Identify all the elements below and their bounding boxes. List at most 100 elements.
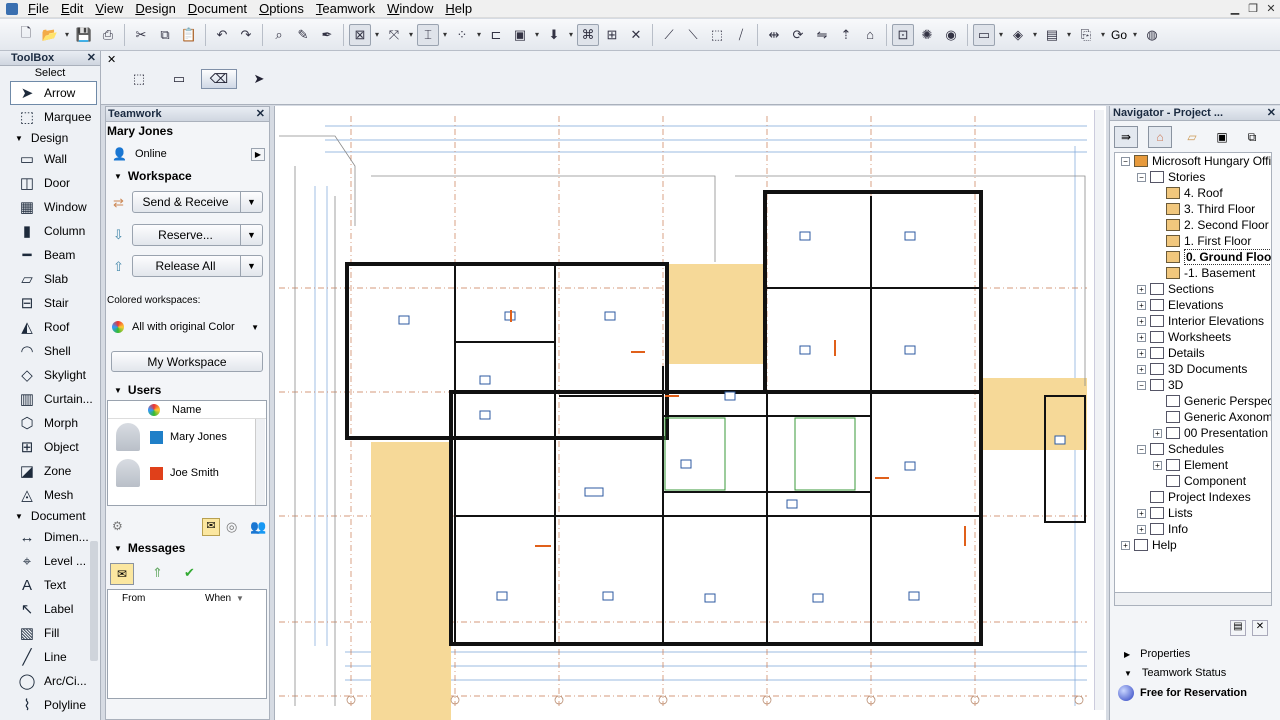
- guide-lines-dropdown-icon[interactable]: ▾: [406, 30, 416, 39]
- chevron-down-icon[interactable]: ▼: [240, 256, 262, 276]
- cut-icon[interactable]: ✂: [130, 24, 152, 46]
- canvas-vertical-scrollbar[interactable]: [1094, 110, 1104, 710]
- publish-dropdown-icon[interactable]: ▾: [1098, 30, 1108, 39]
- expand-icon[interactable]: +: [1153, 428, 1162, 438]
- tool-stair[interactable]: ⊟ Stair: [0, 291, 100, 315]
- tree-3d-view[interactable]: Generic Axonometry: [1115, 409, 1271, 425]
- view-map-icon[interactable]: ⌂: [1148, 126, 1172, 148]
- bug-icon[interactable]: ✺: [916, 24, 938, 46]
- menu-document[interactable]: Document: [182, 0, 253, 18]
- tree-3d-view[interactable]: +00 Presentation: [1115, 425, 1271, 441]
- floor-plan-icon[interactable]: ▭: [973, 23, 995, 46]
- expand-icon[interactable]: +: [1137, 524, 1146, 534]
- open-dropdown-icon[interactable]: ▾: [62, 30, 72, 39]
- save-icon[interactable]: 💾: [73, 24, 95, 46]
- close-icon[interactable]: ✕: [87, 51, 96, 66]
- organizer-icon[interactable]: ⧉: [1242, 126, 1262, 148]
- expand-icon[interactable]: +: [1137, 300, 1146, 310]
- tool-level[interactable]: ⌖ Level ...: [0, 549, 100, 573]
- go-button[interactable]: Go: [1108, 28, 1130, 42]
- expand-icon[interactable]: +: [1121, 540, 1130, 550]
- collapse-icon[interactable]: −: [1137, 444, 1146, 454]
- new-file-icon[interactable]: 🗋: [15, 24, 37, 46]
- menu-edit[interactable]: Edit: [55, 0, 89, 18]
- tree-folder[interactable]: + Sections: [1115, 281, 1271, 297]
- tool-door[interactable]: ◫ Door: [0, 171, 100, 195]
- relative-construction-icon[interactable]: ⌶: [417, 23, 439, 46]
- tool-arrow[interactable]: ➤ Arrow: [10, 81, 97, 105]
- plan-view-icon[interactable]: ⊡: [892, 23, 914, 46]
- collapse-triangle-icon[interactable]: ▼: [114, 386, 122, 395]
- colored-workspaces-select[interactable]: All with original Color ▼: [106, 321, 269, 333]
- snap-points-dropdown-icon[interactable]: ▾: [474, 30, 484, 39]
- tool-roof[interactable]: ◭ Roof: [0, 315, 100, 339]
- 3d-window-dropdown-icon[interactable]: ▾: [1030, 30, 1040, 39]
- offset-icon[interactable]: ⟋: [658, 24, 680, 46]
- chevron-down-icon[interactable]: ▼: [240, 192, 262, 212]
- menu-design[interactable]: Design: [129, 0, 181, 18]
- expand-icon[interactable]: +: [1137, 364, 1146, 374]
- chevron-down-icon[interactable]: ▼: [240, 225, 262, 245]
- project-map-icon[interactable]: ⇛: [1114, 126, 1138, 148]
- tool-zone[interactable]: ◪ Zone: [0, 459, 100, 483]
- publisher-sets-icon[interactable]: ▣: [1212, 126, 1232, 148]
- tool-window[interactable]: ▦ Window: [0, 195, 100, 219]
- house-icon[interactable]: ⌂: [859, 24, 881, 46]
- toolbox-scrollbar[interactable]: [90, 541, 98, 661]
- paste-icon[interactable]: 📋: [178, 24, 200, 46]
- tool-slab[interactable]: ▱ Slab: [0, 267, 100, 291]
- tool-marquee[interactable]: ⬚ Marquee: [0, 105, 100, 129]
- tree-schedule[interactable]: + Element: [1115, 457, 1271, 473]
- tree-folder[interactable]: + Details: [1115, 345, 1271, 361]
- layer-dropdown-icon[interactable]: ▾: [532, 30, 542, 39]
- close-icon[interactable]: ✕: [1264, 0, 1278, 18]
- tree-folder[interactable]: + Elevations: [1115, 297, 1271, 313]
- teamwork-status-row[interactable]: ▼ Teamwork Status: [1124, 667, 1226, 679]
- tool-wall[interactable]: ▭ Wall: [0, 147, 100, 171]
- tree-story[interactable]: 2. Second Floor: [1115, 217, 1271, 233]
- app-icon[interactable]: [6, 2, 18, 15]
- bimx-icon[interactable]: ◍: [1141, 24, 1163, 46]
- menu-teamwork[interactable]: Teamwork: [310, 0, 381, 18]
- elevate-icon[interactable]: ⇡: [835, 24, 857, 46]
- tool-morph[interactable]: ⬡ Morph: [0, 411, 100, 435]
- marquee-eraser-icon[interactable]: ⌫: [201, 69, 237, 89]
- tool-line[interactable]: ╱ Line: [0, 645, 100, 669]
- tool-arc-ci[interactable]: ◯ Arc/Ci...: [0, 669, 100, 693]
- tree-story[interactable]: 1. First Floor: [1115, 233, 1271, 249]
- menu-view[interactable]: View: [89, 0, 129, 18]
- messages-list[interactable]: From When ▼: [107, 589, 267, 699]
- menu-options[interactable]: Options: [253, 0, 310, 18]
- layout-icon[interactable]: ▤: [1041, 24, 1063, 46]
- suspend-groups-icon[interactable]: ⌘: [577, 23, 599, 46]
- tool-fill[interactable]: ▧ Fill: [0, 621, 100, 645]
- expand-triangle-icon[interactable]: ▶: [1124, 650, 1130, 659]
- tool-text[interactable]: A Text: [0, 573, 100, 597]
- expand-icon[interactable]: +: [1153, 460, 1162, 470]
- intersect-icon[interactable]: ⧸: [730, 24, 752, 46]
- grid-snap-dropdown-icon[interactable]: ▾: [372, 30, 382, 39]
- new-view-icon[interactable]: ▤: [1230, 620, 1246, 636]
- trim-icon[interactable]: ✕: [625, 24, 647, 46]
- tree-story[interactable]: 4. Roof: [1115, 185, 1271, 201]
- menu-file[interactable]: File: [22, 0, 55, 18]
- tool-polyline[interactable]: ⌇ Polyline: [0, 693, 100, 717]
- find-select-icon[interactable]: ⌕: [268, 24, 290, 46]
- tree-story[interactable]: -1. Basement: [1115, 265, 1271, 281]
- tree-project-root[interactable]: − Microsoft Hungary Office: [1115, 153, 1271, 169]
- request-icon[interactable]: ⇑: [152, 565, 163, 581]
- properties-row[interactable]: ▶ Properties: [1124, 648, 1190, 660]
- layer-icon[interactable]: ▣: [509, 24, 531, 46]
- tree-story[interactable]: 3. Third Floor: [1115, 201, 1271, 217]
- gravity-icon[interactable]: ⬇: [543, 24, 565, 46]
- design-group-header[interactable]: ▼ Design: [0, 129, 100, 147]
- go-dropdown-icon[interactable]: ▾: [1130, 30, 1140, 39]
- send-message-icon[interactable]: ✉: [202, 518, 220, 536]
- status-dot-icon[interactable]: ◉: [940, 24, 962, 46]
- collapse-icon[interactable]: −: [1137, 380, 1146, 390]
- send-receive-button[interactable]: Send & Receive ▼: [132, 191, 263, 213]
- print-icon[interactable]: ⎙: [97, 24, 119, 46]
- floor-plan-canvas[interactable]: [274, 106, 1106, 720]
- expand-icon[interactable]: +: [1137, 508, 1146, 518]
- users-section[interactable]: ▼ Users: [106, 383, 269, 397]
